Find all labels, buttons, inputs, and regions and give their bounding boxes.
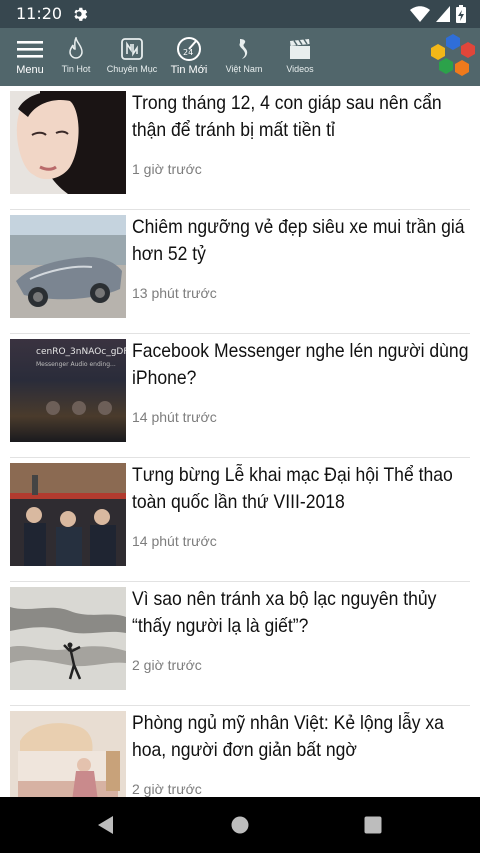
list-item[interactable]: Trong tháng 12, 4 con giáp sau nên cẩn t…: [0, 86, 480, 210]
article-time: 13 phút trước: [132, 285, 217, 301]
tab-label: Việt Nam: [225, 64, 263, 74]
home-circle-icon[interactable]: [230, 815, 250, 835]
svg-text:24: 24: [183, 48, 193, 57]
recents-square-icon[interactable]: [363, 815, 383, 835]
film-clapper-icon: [288, 36, 312, 62]
article-thumbnail: [10, 587, 126, 690]
tab-viet-nam[interactable]: Việt Nam: [220, 28, 268, 86]
article-thumbnail: [10, 215, 126, 318]
flame-icon: [67, 36, 85, 62]
article-thumbnail: [10, 91, 126, 194]
more-apps-logo[interactable]: [428, 32, 478, 80]
tab-label: Chuyên Mục: [106, 64, 158, 74]
article-title[interactable]: Chiêm ngưỡng vẻ đẹp siêu xe mui trần giá…: [132, 214, 470, 268]
article-title[interactable]: Facebook Messenger nghe lén người dùng i…: [132, 338, 470, 392]
status-icons: [410, 5, 466, 23]
menu-label: Menu: [16, 64, 44, 76]
tab-label: Tin Hot: [61, 64, 91, 74]
article-time: 2 giờ trước: [132, 781, 202, 797]
hamburger-icon: [17, 36, 43, 62]
list-item[interactable]: Phòng ngủ mỹ nhân Việt: Kẻ lộng lẫy xa h…: [0, 706, 480, 797]
newspaper-icon: [120, 36, 144, 62]
article-time: 14 phút trước: [132, 533, 217, 549]
vietnam-map-icon: [236, 36, 252, 62]
article-title[interactable]: Tưng bừng Lễ khai mạc Đại hội Thể thao t…: [132, 462, 470, 516]
tab-videos[interactable]: Videos: [278, 28, 322, 86]
colorful-hexagon-logo-icon: [431, 34, 475, 76]
article-time: 14 phút trước: [132, 409, 217, 425]
tab-tin-moi[interactable]: 24 Tin Mới: [166, 28, 212, 86]
list-item[interactable]: Vì sao nên tránh xa bộ lạc nguyên thủy “…: [0, 582, 480, 706]
list-item[interactable]: Chiêm ngưỡng vẻ đẹp siêu xe mui trần giá…: [0, 210, 480, 334]
top-toolbar: Menu Tin Hot Chuyên Mục 24 Tin Mới Việt …: [0, 28, 480, 86]
status-time: 11:20: [16, 4, 63, 23]
article-thumbnail: [10, 463, 126, 566]
article-thumbnail: cenRO_3nNAOc_gDF Messenger Audio ending.…: [10, 339, 126, 442]
tab-tin-hot[interactable]: Tin Hot: [54, 28, 98, 86]
thumbnail-subcaption: Messenger Audio ending...: [36, 361, 116, 368]
back-triangle-icon[interactable]: [96, 815, 116, 835]
system-nav-bar: [0, 797, 480, 853]
thumbnail-caption: cenRO_3nNAOc_gDF: [36, 347, 126, 357]
settings-gear-icon: [74, 7, 88, 21]
signal-icon: [436, 6, 450, 22]
article-time: 1 giờ trước: [132, 161, 202, 177]
list-item[interactable]: Tưng bừng Lễ khai mạc Đại hội Thể thao t…: [0, 458, 480, 582]
clock-24h-icon: 24: [174, 36, 204, 62]
article-thumbnail: [10, 711, 126, 797]
menu-button[interactable]: Menu: [10, 28, 50, 86]
tab-label: Videos: [286, 64, 314, 74]
battery-charging-icon: [456, 5, 466, 23]
article-time: 2 giờ trước: [132, 657, 202, 673]
tab-label: Tin Mới: [170, 64, 208, 76]
status-bar: 11:20: [0, 0, 480, 28]
list-item[interactable]: cenRO_3nNAOc_gDF Messenger Audio ending.…: [0, 334, 480, 458]
article-title[interactable]: Vì sao nên tránh xa bộ lạc nguyên thủy “…: [132, 586, 470, 640]
article-list: Trong tháng 12, 4 con giáp sau nên cẩn t…: [0, 86, 480, 797]
wifi-icon: [410, 6, 430, 22]
article-title[interactable]: Phòng ngủ mỹ nhân Việt: Kẻ lộng lẫy xa h…: [132, 710, 470, 764]
article-title[interactable]: Trong tháng 12, 4 con giáp sau nên cẩn t…: [132, 90, 470, 144]
tab-chuyen-muc[interactable]: Chuyên Mục: [104, 28, 160, 86]
